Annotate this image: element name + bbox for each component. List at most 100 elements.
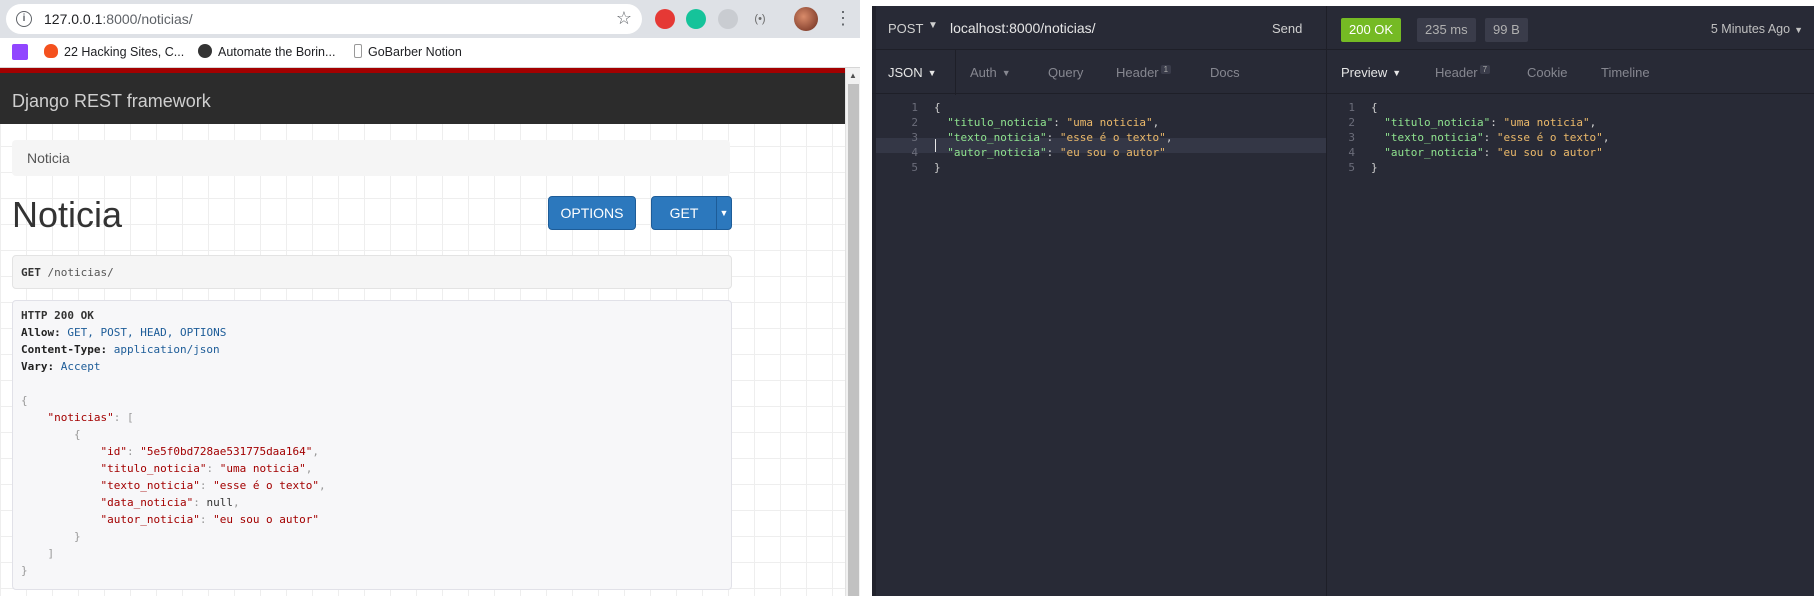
code-text: }	[934, 161, 941, 174]
tab-label: Auth	[970, 65, 997, 80]
json-key: "autor_noticia"	[1384, 146, 1484, 159]
tab-response-header[interactable]: Header 7	[1435, 65, 1491, 80]
window-divider	[860, 0, 872, 596]
json-value: "eu sou o autor"	[1059, 146, 1166, 159]
json-key: "autor_noticia"	[947, 146, 1047, 159]
status-badge: 200 OK	[1341, 18, 1402, 42]
json-key: "id"	[100, 445, 127, 458]
tab-query[interactable]: Query	[1048, 65, 1083, 80]
json-key: "titulo_noticia"	[1384, 116, 1491, 129]
options-button[interactable]: OPTIONS	[548, 196, 636, 230]
bookmark-label: 22 Hacking Sites, C...	[64, 45, 185, 59]
json-value: "uma noticia"	[1066, 116, 1153, 129]
drf-brand-link[interactable]: Django REST framework	[12, 91, 211, 112]
bookmark-gobarber[interactable]: GoBarber Notion	[354, 44, 462, 59]
tab-preview[interactable]: Preview ▼	[1341, 65, 1401, 80]
json-value: "eu sou o autor"	[213, 513, 320, 526]
url-path: :8000/noticias/	[102, 11, 193, 27]
line-number: 3	[1348, 131, 1355, 144]
history-dropdown[interactable]: 5 Minutes Ago ▼	[1711, 22, 1803, 36]
bookmark-label: Automate the Borin...	[218, 45, 336, 59]
line-number: 5	[1348, 161, 1355, 174]
bookmark-star-icon[interactable]: ☆	[616, 8, 632, 29]
tab-label: JSON	[888, 65, 923, 80]
header-value: GET, POST, HEAD, OPTIONS	[67, 326, 227, 339]
tab-docs[interactable]: Docs	[1210, 65, 1240, 80]
caret-down-icon: ▼	[1392, 68, 1402, 78]
request-info: GET /noticias/	[12, 255, 732, 289]
json-key: "texto_noticia"	[100, 479, 200, 492]
extension-hand-icon[interactable]	[655, 9, 675, 29]
json-value: "esse é o texto"	[1059, 131, 1166, 144]
header-key: Content-Type:	[21, 343, 108, 356]
bookmark-hacking-sites[interactable]: 22 Hacking Sites, C...	[44, 44, 184, 59]
response-pane: 200 OK 235 ms 99 B 5 Minutes Ago ▼ Previe…	[1326, 6, 1814, 596]
chrome-menu-icon[interactable]: ⋮	[834, 8, 852, 28]
json-key: "titulo_noticia"	[100, 462, 207, 475]
size-badge: 99 B	[1485, 18, 1528, 42]
profile-avatar[interactable]	[794, 7, 818, 31]
tab-label: Preview	[1341, 65, 1388, 80]
browser-toolbar: i 127.0.0.1:8000/noticias/ ☆ (•) ⋮	[0, 0, 860, 38]
tab-cookie[interactable]: Cookie	[1527, 65, 1567, 80]
line-number: 2	[1348, 116, 1355, 129]
json-key: "autor_noticia"	[100, 513, 200, 526]
line-number: 3	[911, 131, 918, 144]
request-tabs: JSON ▼ Auth ▼ Query Header 1 Docs	[872, 50, 1326, 94]
scrollbar-thumb[interactable]	[848, 84, 859, 596]
drf-page: Django REST framework Noticia Noticia OP…	[0, 68, 845, 596]
code-text: {	[1371, 101, 1378, 114]
page-title: Noticia	[12, 194, 123, 235]
get-format-dropdown[interactable]: ▼	[716, 196, 732, 230]
extension-broadcast-icon[interactable]: (•)	[750, 9, 770, 29]
fire-icon	[44, 44, 58, 58]
time-badge: 235 ms	[1417, 18, 1476, 42]
extension-shield-icon[interactable]	[718, 9, 738, 29]
scroll-up-icon[interactable]: ▲	[849, 71, 857, 80]
address-bar[interactable]: i 127.0.0.1:8000/noticias/ ☆	[6, 4, 642, 34]
caret-down-icon[interactable]: ▼	[928, 20, 938, 31]
line-number: 2	[911, 116, 918, 129]
site-info-icon[interactable]: i	[16, 11, 32, 27]
tab-json[interactable]: JSON ▼	[888, 65, 937, 80]
json-value: "eu sou o autor"	[1496, 146, 1603, 159]
tab-header[interactable]: Header 1	[1116, 65, 1172, 80]
insomnia-window: POST ▼ localhost:8000/noticias/ Send JSO…	[872, 6, 1814, 596]
response-status: HTTP 200 OK	[21, 309, 94, 322]
json-value: "5e5f0bd728ae531775daa164"	[140, 445, 313, 458]
tab-auth[interactable]: Auth ▼	[970, 65, 1011, 80]
globe-icon	[198, 44, 212, 58]
notion-icon	[354, 44, 362, 58]
url-host: 127.0.0.1	[44, 11, 103, 27]
bookmark-label: GoBarber Notion	[368, 45, 462, 59]
header-count-badge: 7	[1479, 65, 1491, 74]
json-value: null	[206, 496, 233, 509]
request-body-editor[interactable]: 1{ 2 "titulo_noticia": "uma noticia", 3 …	[906, 100, 1322, 175]
address-url[interactable]: 127.0.0.1:8000/noticias/	[44, 11, 193, 27]
twitch-bookmark-icon[interactable]	[12, 44, 28, 60]
response-status-bar: 200 OK 235 ms 99 B 5 Minutes Ago ▼	[1327, 6, 1814, 50]
tab-timeline[interactable]: Timeline	[1601, 65, 1650, 80]
send-button[interactable]: Send	[1272, 21, 1302, 36]
request-pane: POST ▼ localhost:8000/noticias/ Send JSO…	[872, 6, 1326, 596]
header-key: Vary:	[21, 360, 55, 373]
tab-label: Header	[1435, 65, 1478, 80]
line-number: 1	[1348, 101, 1355, 114]
breadcrumb-item[interactable]: Noticia	[27, 150, 70, 166]
code-text: {	[934, 101, 941, 114]
browser-window: i 127.0.0.1:8000/noticias/ ☆ (•) ⋮ 22 Ha…	[0, 0, 860, 596]
method-selector[interactable]: POST	[888, 21, 923, 36]
request-method: GET	[21, 266, 41, 279]
page-scrollbar[interactable]: ▲	[845, 68, 860, 596]
line-number: 4	[1348, 146, 1355, 159]
request-url-input[interactable]: localhost:8000/noticias/	[950, 20, 1096, 36]
json-key: "texto_noticia"	[947, 131, 1047, 144]
get-button[interactable]: GET	[651, 196, 717, 230]
json-key: "texto_noticia"	[1384, 131, 1484, 144]
header-value: application/json	[113, 343, 220, 356]
line-number: 4	[911, 146, 918, 159]
grammarly-icon[interactable]	[686, 9, 706, 29]
bookmark-automate[interactable]: Automate the Borin...	[198, 44, 335, 59]
header-count-badge: 1	[1160, 65, 1172, 74]
line-number: 5	[911, 161, 918, 174]
